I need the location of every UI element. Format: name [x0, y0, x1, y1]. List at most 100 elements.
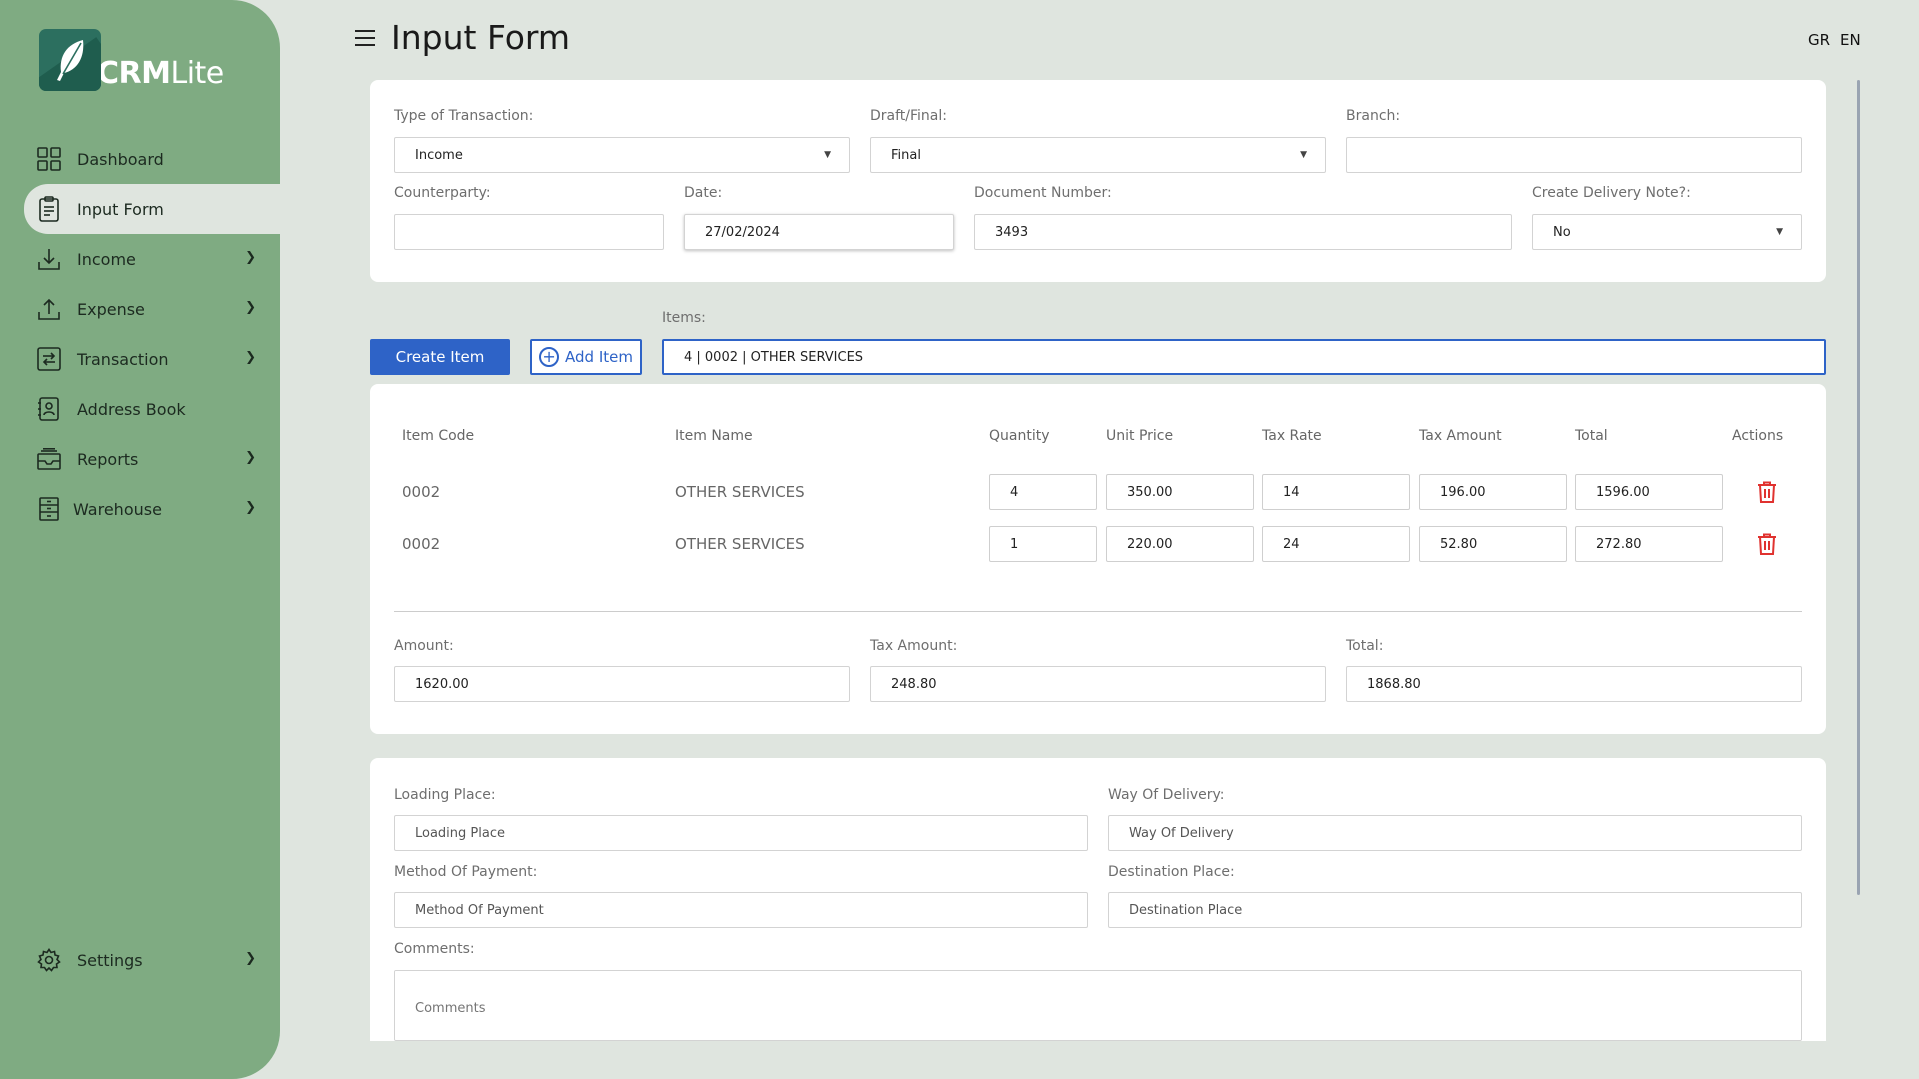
destination-place-input[interactable]: Destination Place — [1108, 892, 1802, 928]
col-header-tax-rate: Tax Rate — [1262, 428, 1322, 444]
row1-tax-rate-input[interactable]: 14 — [1262, 474, 1410, 510]
sidebar-item-label: Address Book — [77, 399, 186, 419]
sidebar-item-label: Dashboard — [77, 149, 164, 169]
document-number-field[interactable]: 3493 — [974, 214, 1512, 250]
row1-tax-amount-input[interactable]: 196.00 — [1419, 474, 1567, 510]
sidebar: CRMLite Dashboard Input Form Income ❯ Ex… — [0, 0, 280, 1079]
dropdown-caret-icon: ▼ — [1776, 227, 1783, 237]
sidebar-item-reports[interactable]: Reports ❯ — [24, 434, 280, 484]
items-search-input[interactable]: 4 | 0002 | OTHER SERVICES — [662, 339, 1826, 375]
sidebar-item-label: Input Form — [77, 199, 164, 219]
method-of-payment-input[interactable]: Method Of Payment — [394, 892, 1088, 928]
amount-label: Amount: — [394, 638, 454, 654]
branch-label: Branch: — [1346, 108, 1401, 124]
sidebar-item-settings[interactable]: Settings ❯ — [24, 935, 280, 985]
add-item-button[interactable]: + Add Item — [530, 339, 642, 375]
sidebar-settings: Settings ❯ — [24, 935, 280, 985]
row1-item-code: 0002 — [402, 483, 441, 501]
col-header-unit-price: Unit Price — [1106, 428, 1174, 444]
scrollbar[interactable] — [1857, 80, 1860, 895]
add-item-label: Add Item — [565, 348, 633, 366]
type-label: Type of Transaction: — [394, 108, 534, 124]
date-value: 27/02/2024 — [705, 224, 780, 240]
loading-place-input[interactable]: Loading Place — [394, 815, 1088, 851]
row1-item-name: OTHER SERVICES — [675, 483, 805, 501]
app-name: CRMLite — [97, 56, 224, 91]
date-field[interactable]: 27/02/2024 — [684, 214, 954, 250]
dropdown-caret-icon: ▼ — [824, 150, 831, 160]
chevron-right-icon: ❯ — [245, 500, 256, 515]
draft-label: Draft/Final: — [870, 108, 947, 124]
row1-total-input[interactable]: 1596.00 — [1575, 474, 1723, 510]
sidebar-nav: Dashboard Input Form Income ❯ Expense ❯ … — [24, 134, 280, 534]
col-header-item-code: Item Code — [402, 428, 475, 444]
amount-field[interactable]: 1620.00 — [394, 666, 850, 702]
sidebar-item-label: Settings — [77, 950, 143, 970]
sidebar-item-expense[interactable]: Expense ❯ — [24, 284, 280, 334]
inbox-icon — [36, 446, 62, 472]
draft-final-select[interactable]: Final ▼ — [870, 137, 1326, 173]
clipboard-icon — [36, 196, 62, 222]
menu-icon[interactable] — [355, 30, 375, 46]
date-label: Date: — [684, 185, 723, 201]
tax-amount-field[interactable]: 248.80 — [870, 666, 1326, 702]
col-header-total: Total — [1575, 428, 1608, 444]
branch-field[interactable] — [1346, 137, 1802, 173]
row1-quantity-input[interactable]: 4 — [989, 474, 1097, 510]
row2-unit-price-input[interactable]: 220.00 — [1106, 526, 1254, 562]
sidebar-item-warehouse[interactable]: Warehouse ❯ — [24, 484, 280, 534]
lang-en-button[interactable]: EN — [1840, 31, 1861, 49]
chevron-right-icon: ❯ — [245, 350, 256, 365]
row2-total-input[interactable]: 272.80 — [1575, 526, 1723, 562]
create-item-button[interactable]: Create Item — [370, 339, 510, 375]
total-field[interactable]: 1868.80 — [1346, 666, 1802, 702]
sidebar-item-label: Warehouse — [73, 499, 162, 519]
app-logo[interactable]: CRMLite — [39, 28, 224, 91]
delivery-note-label: Create Delivery Note?: — [1532, 185, 1691, 201]
upload-icon — [36, 296, 62, 322]
dashboard-grid-icon — [36, 146, 62, 172]
type-select[interactable]: Income ▼ — [394, 137, 850, 173]
transaction-card — [370, 80, 1826, 282]
divider — [394, 611, 1802, 612]
items-label: Items: — [662, 310, 706, 326]
row2-quantity-input[interactable]: 1 — [989, 526, 1097, 562]
trash-icon[interactable] — [1757, 533, 1777, 555]
col-header-tax-amount: Tax Amount — [1419, 428, 1502, 444]
total-label: Total: — [1346, 638, 1384, 654]
sidebar-item-input-form[interactable]: Input Form — [24, 184, 280, 234]
row2-tax-amount-input[interactable]: 52.80 — [1419, 526, 1567, 562]
row2-tax-rate-input[interactable]: 24 — [1262, 526, 1410, 562]
draft-value: Final — [891, 147, 921, 163]
counterparty-field[interactable] — [394, 214, 664, 250]
col-header-quantity: Quantity — [989, 428, 1050, 444]
delivery-note-select[interactable]: No ▼ — [1532, 214, 1802, 250]
sidebar-item-address-book[interactable]: Address Book — [24, 384, 280, 434]
sidebar-item-dashboard[interactable]: Dashboard — [24, 134, 280, 184]
page-bottom — [280, 1041, 1919, 1079]
delivery-note-value: No — [1553, 224, 1571, 240]
gear-icon — [36, 947, 62, 973]
counterparty-label: Counterparty: — [394, 185, 491, 201]
way-of-delivery-label: Way Of Delivery: — [1108, 787, 1225, 803]
chevron-right-icon: ❯ — [245, 250, 256, 265]
sidebar-item-label: Income — [77, 249, 136, 269]
chevron-right-icon: ❯ — [245, 450, 256, 465]
document-number-label: Document Number: — [974, 185, 1112, 201]
col-header-item-name: Item Name — [675, 428, 753, 444]
sidebar-item-transaction[interactable]: Transaction ❯ — [24, 334, 280, 384]
sidebar-item-label: Expense — [77, 299, 145, 319]
sidebar-item-label: Transaction — [77, 349, 169, 369]
lang-gr-button[interactable]: GR — [1808, 31, 1830, 49]
sidebar-item-label: Reports — [77, 449, 139, 469]
tax-amount-label: Tax Amount: — [870, 638, 958, 654]
way-of-delivery-input[interactable]: Way Of Delivery — [1108, 815, 1802, 851]
chevron-right-icon: ❯ — [245, 951, 256, 966]
transfer-icon — [36, 346, 62, 372]
comments-textarea[interactable] — [394, 970, 1802, 1041]
loading-place-label: Loading Place: — [394, 787, 496, 803]
sidebar-item-income[interactable]: Income ❯ — [24, 234, 280, 284]
row1-unit-price-input[interactable]: 350.00 — [1106, 474, 1254, 510]
comments-label: Comments: — [394, 941, 475, 957]
trash-icon[interactable] — [1757, 481, 1777, 503]
